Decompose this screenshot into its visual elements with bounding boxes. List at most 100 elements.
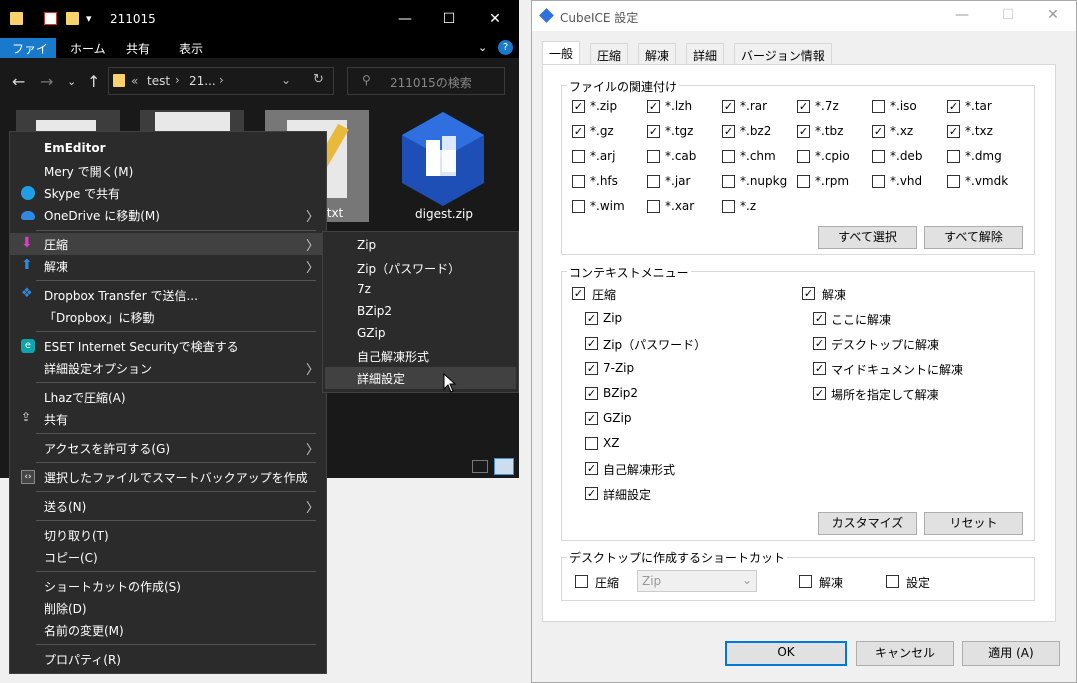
menu-item-lhaz[interactable]: Lhazで圧縮(A) <box>10 386 326 408</box>
assoc-checkbox[interactable]: ✓ <box>572 125 585 138</box>
assoc-checkbox[interactable]: ✓ <box>797 125 810 138</box>
menu-item-dropbox-move[interactable]: 「Dropbox」に移動 <box>10 306 326 328</box>
file-item-digest-zip[interactable]: digest.zip <box>392 110 496 222</box>
back-icon[interactable]: ← <box>12 72 25 91</box>
extract-option-checkbox[interactable]: ✓ <box>813 312 826 325</box>
assoc-checkbox[interactable]: ✓ <box>647 125 660 138</box>
shortcut-compress-type-select[interactable]: Zip ⌄ <box>637 570 757 592</box>
deselect-all-button[interactable]: すべて解除 <box>924 226 1023 249</box>
assoc-checkbox[interactable]: ✓ <box>947 125 960 138</box>
tab-home[interactable]: ホーム <box>62 38 114 58</box>
breadcrumb-test[interactable]: test <box>147 74 170 88</box>
extract-option-checkbox[interactable]: ✓ <box>813 337 826 350</box>
new-folder-icon[interactable] <box>66 12 79 25</box>
assoc-checkbox[interactable] <box>647 175 660 188</box>
assoc-checkbox[interactable]: ✓ <box>572 100 585 113</box>
assoc-checkbox[interactable] <box>872 150 885 163</box>
minimize-icon[interactable]: — <box>947 7 977 23</box>
compress-option-checkbox[interactable]: ✓ <box>585 462 598 475</box>
extract-option-checkbox[interactable]: ✓ <box>813 387 826 400</box>
tab-details[interactable]: 詳細 <box>686 43 725 64</box>
menu-item-smart-backup[interactable]: ‹› 選択したファイルでスマートバックアップを作成 <box>10 466 326 488</box>
minimize-icon[interactable]: — <box>382 0 428 38</box>
menu-item-share[interactable]: ⇪ 共有 <box>10 408 326 430</box>
menu-item-send-to[interactable]: 送る(N) 〉 <box>10 495 326 517</box>
submenu-item-zip-password[interactable]: Zip（パスワード） <box>325 257 516 279</box>
tab-compress[interactable]: 圧縮 <box>590 43 629 64</box>
recent-dropdown-icon[interactable]: ⌄ <box>67 75 76 88</box>
breadcrumb-root[interactable]: « <box>131 74 138 88</box>
menu-item-eset[interactable]: e ESET Internet Securityで検査する <box>10 335 326 357</box>
assoc-checkbox[interactable] <box>572 200 585 213</box>
details-view-icon[interactable] <box>472 460 488 473</box>
shortcut-settings-checkbox[interactable] <box>886 575 899 588</box>
compress-option-checkbox[interactable]: ✓ <box>585 412 598 425</box>
assoc-checkbox[interactable] <box>722 175 735 188</box>
assoc-checkbox[interactable]: ✓ <box>947 100 960 113</box>
assoc-checkbox[interactable] <box>722 150 735 163</box>
menu-item-delete[interactable]: 削除(D) <box>10 597 326 619</box>
assoc-checkbox[interactable] <box>647 150 660 163</box>
compress-option-checkbox[interactable]: ✓ <box>585 362 598 375</box>
assoc-checkbox[interactable] <box>872 100 885 113</box>
submenu-item-zip[interactable]: Zip <box>325 235 516 257</box>
quick-access-dropdown-icon[interactable]: ▾ <box>86 12 92 25</box>
menu-item-mery[interactable]: Mery で開く(M) <box>10 160 326 182</box>
compress-option-checkbox[interactable]: ✓ <box>585 487 598 500</box>
menu-item-skype[interactable]: Skype で共有 <box>10 182 326 204</box>
menu-item-compress[interactable]: ⬇ 圧縮〉 <box>10 233 326 255</box>
assoc-checkbox[interactable] <box>797 150 810 163</box>
tab-share[interactable]: 共有 <box>118 38 158 58</box>
up-icon[interactable]: ↑ <box>87 72 100 91</box>
menu-item-onedrive[interactable]: OneDrive に移動(M) 〉 <box>10 204 326 226</box>
shortcut-compress-checkbox[interactable] <box>575 575 588 588</box>
compress-option-checkbox[interactable] <box>585 437 598 450</box>
close-icon[interactable]: ✕ <box>1038 7 1068 23</box>
submenu-item-advanced[interactable]: 詳細設定 <box>325 367 516 389</box>
refresh-icon[interactable]: ↻ <box>313 72 324 87</box>
assoc-checkbox[interactable] <box>572 175 585 188</box>
assoc-checkbox[interactable] <box>872 175 885 188</box>
customize-button[interactable]: カスタマイズ <box>818 512 917 535</box>
extract-checkbox[interactable]: ✓ <box>802 287 815 300</box>
menu-item-cut[interactable]: 切り取り(T) <box>10 524 326 546</box>
apply-button[interactable]: 適用 (A) <box>962 641 1060 666</box>
help-icon[interactable]: ? <box>498 40 513 55</box>
menu-item-dropbox-transfer[interactable]: ❖ Dropbox Transfer で送信... <box>10 284 326 306</box>
select-all-button[interactable]: すべて選択 <box>818 226 917 249</box>
menu-item-copy[interactable]: コピー(C) <box>10 546 326 568</box>
tab-version[interactable]: バージョン情報 <box>734 43 832 64</box>
maximize-icon[interactable]: ☐ <box>426 0 472 38</box>
menu-item-properties[interactable]: プロパティ(R) <box>10 648 326 670</box>
assoc-checkbox[interactable] <box>947 175 960 188</box>
address-dropdown-icon[interactable]: ⌄ <box>281 73 291 87</box>
reset-button[interactable]: リセット <box>924 512 1023 535</box>
compress-option-checkbox[interactable]: ✓ <box>585 387 598 400</box>
menu-item-give-access[interactable]: アクセスを許可する(G) 〉 <box>10 437 326 459</box>
assoc-checkbox[interactable]: ✓ <box>797 100 810 113</box>
menu-item-create-shortcut[interactable]: ショートカットの作成(S) <box>10 575 326 597</box>
forward-icon[interactable]: → <box>40 72 53 91</box>
menu-item-advanced-options[interactable]: 詳細設定オプション〉 <box>10 357 326 379</box>
breadcrumb-folder[interactable]: 21... <box>189 74 216 88</box>
submenu-item-sfx[interactable]: 自己解凍形式 <box>325 345 516 367</box>
cancel-button[interactable]: キャンセル <box>856 641 954 666</box>
shortcut-extract-checkbox[interactable] <box>799 575 812 588</box>
submenu-item-7z[interactable]: 7z <box>325 279 516 301</box>
extract-option-checkbox[interactable]: ✓ <box>813 362 826 375</box>
assoc-checkbox[interactable]: ✓ <box>647 100 660 113</box>
tab-general[interactable]: 一般 <box>542 41 581 65</box>
assoc-checkbox[interactable]: ✓ <box>722 125 735 138</box>
maximize-icon[interactable]: ☐ <box>993 7 1023 23</box>
submenu-item-bzip2[interactable]: BZip2 <box>325 301 516 323</box>
assoc-checkbox[interactable]: ✓ <box>722 100 735 113</box>
close-icon[interactable]: ✕ <box>472 0 518 38</box>
assoc-checkbox[interactable] <box>947 150 960 163</box>
properties-icon[interactable] <box>44 12 57 25</box>
submenu-item-gzip[interactable]: GZip <box>325 323 516 345</box>
menu-item-rename[interactable]: 名前の変更(M) <box>10 619 326 641</box>
tab-extract[interactable]: 解凍 <box>638 43 677 64</box>
menu-item-extract[interactable]: ⬆ 解凍〉 <box>10 255 326 277</box>
ribbon-expand-icon[interactable]: ⌄ <box>478 41 487 54</box>
assoc-checkbox[interactable] <box>722 200 735 213</box>
